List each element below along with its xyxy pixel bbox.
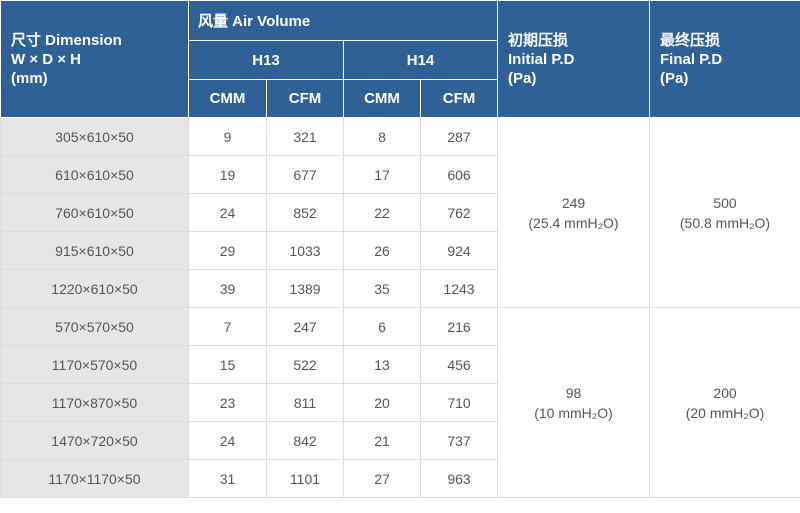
h14-cmm-cell: 22 <box>343 193 421 232</box>
final-pd-cell: 200 (20 mmH₂O) <box>649 307 800 498</box>
h14-cfm-cell: 456 <box>420 345 498 384</box>
h14-cfm-cell: 287 <box>420 117 498 156</box>
final-pd-mmh2o: (50.8 mmH₂O) <box>679 214 771 231</box>
h13-cmm-cell: 9 <box>188 117 267 156</box>
h13-cmm-cell: 39 <box>188 269 267 308</box>
h14-cfm-cell: 710 <box>420 383 498 422</box>
h13-cmm-cell: 19 <box>188 155 267 194</box>
h14-cmm-cell: 8 <box>343 117 421 156</box>
h13-cmm-cell: 29 <box>188 231 267 270</box>
h13-cfm-cell: 811 <box>266 383 344 422</box>
h14-cmm-cell: 20 <box>343 383 421 422</box>
dimension-cell: 1170×1170×50 <box>0 459 189 498</box>
dimension-header-title: 尺寸 Dimension <box>11 31 122 49</box>
h14-cmm-cell: 21 <box>343 421 421 460</box>
h13-cmm-cell: 24 <box>188 193 267 232</box>
h14-cfm-cell: 606 <box>420 155 498 194</box>
h14-cfm-cell: 1243 <box>420 269 498 308</box>
h14-cfm-cell: 737 <box>420 421 498 460</box>
dimension-cell: 1220×610×50 <box>0 269 189 308</box>
unit-header-h13-cfm: CFM <box>266 79 344 118</box>
h13-cmm-cell: 15 <box>188 345 267 384</box>
air-volume-header: 风量 Air Volume <box>188 0 498 41</box>
h13-cmm-cell: 31 <box>188 459 267 498</box>
initial-pd-header: 初期压损 Initial P.D (Pa) <box>497 0 650 118</box>
initial-pd-cell: 249 (25.4 mmH₂O) <box>497 117 650 308</box>
final-pd-pa: 500 <box>713 194 737 211</box>
initial-pd-header-unit: (Pa) <box>508 69 537 87</box>
final-pd-pa: 200 <box>713 384 737 401</box>
h13-cfm-cell: 842 <box>266 421 344 460</box>
dimension-cell: 570×570×50 <box>0 307 189 346</box>
h14-cmm-cell: 17 <box>343 155 421 194</box>
initial-pd-cell: 98 (10 mmH₂O) <box>497 307 650 498</box>
h14-cmm-cell: 13 <box>343 345 421 384</box>
h14-cmm-cell: 27 <box>343 459 421 498</box>
dimension-cell: 305×610×50 <box>0 117 189 156</box>
air-volume-spec-table: 尺寸 Dimension W × D × H (mm) 风量 Air Volum… <box>0 0 800 498</box>
initial-pd-mmh2o: (10 mmH₂O) <box>534 404 613 421</box>
grade-header-h13: H13 <box>188 40 344 80</box>
dimension-cell: 915×610×50 <box>0 231 189 270</box>
final-pd-cell: 500 (50.8 mmH₂O) <box>649 117 800 308</box>
dimension-cell: 610×610×50 <box>0 155 189 194</box>
h13-cmm-cell: 23 <box>188 383 267 422</box>
h14-cfm-cell: 924 <box>420 231 498 270</box>
initial-pd-mmh2o: (25.4 mmH₂O) <box>528 214 619 231</box>
dimension-header: 尺寸 Dimension W × D × H (mm) <box>0 0 189 118</box>
h13-cfm-cell: 1033 <box>266 231 344 270</box>
final-pd-header: 最终压损 Final P.D (Pa) <box>649 0 800 118</box>
h13-cfm-cell: 247 <box>266 307 344 346</box>
dimension-cell: 760×610×50 <box>0 193 189 232</box>
h14-cfm-cell: 762 <box>420 193 498 232</box>
final-pd-header-cn: 最终压损 <box>660 31 721 49</box>
final-pd-header-unit: (Pa) <box>660 69 689 87</box>
h14-cmm-cell: 6 <box>343 307 421 346</box>
table-row: 570×570×50 7 247 6 216 98 (10 mmH₂O) 200… <box>0 307 800 498</box>
dimension-cell: 1170×870×50 <box>0 383 189 422</box>
grade-header-h14: H14 <box>343 40 498 80</box>
h14-cmm-cell: 35 <box>343 269 421 308</box>
h13-cfm-cell: 1101 <box>266 459 344 498</box>
h13-cfm-cell: 321 <box>266 117 344 156</box>
final-pd-mmh2o: (20 mmH₂O) <box>685 404 765 421</box>
h14-cfm-cell: 963 <box>420 459 498 498</box>
dimension-header-unit: (mm) <box>11 69 48 87</box>
initial-pd-pa: 249 <box>561 194 586 211</box>
h13-cfm-cell: 522 <box>266 345 344 384</box>
h13-cfm-cell: 852 <box>266 193 344 232</box>
h14-cmm-cell: 26 <box>343 231 421 270</box>
unit-header-h13-cmm: CMM <box>188 79 267 118</box>
dimension-header-formula: W × D × H <box>11 50 82 68</box>
unit-header-h14-cfm: CFM <box>420 79 498 118</box>
initial-pd-pa: 98 <box>565 384 582 401</box>
unit-header-h14-cmm: CMM <box>343 79 421 118</box>
h13-cmm-cell: 24 <box>188 421 267 460</box>
initial-pd-header-cn: 初期压损 <box>508 31 569 49</box>
initial-pd-header-en: Initial P.D <box>508 50 575 68</box>
h14-cfm-cell: 216 <box>420 307 498 346</box>
dimension-cell: 1470×720×50 <box>0 421 189 460</box>
dimension-cell: 1170×570×50 <box>0 345 189 384</box>
final-pd-header-en: Final P.D <box>660 50 723 68</box>
h13-cfm-cell: 1389 <box>266 269 344 308</box>
h13-cfm-cell: 677 <box>266 155 344 194</box>
h13-cmm-cell: 7 <box>188 307 267 346</box>
table-row: 305×610×50 9 321 8 287 249 (25.4 mmH₂O) … <box>0 117 800 308</box>
